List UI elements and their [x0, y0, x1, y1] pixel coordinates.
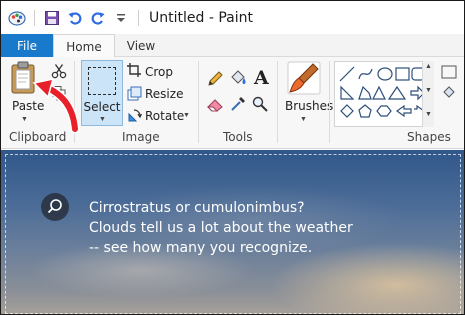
- fill-icon[interactable]: [441, 85, 457, 102]
- rotate-icon[interactable]: [127, 108, 143, 126]
- shapes-scrollbar[interactable]: ▲ ▼ ▼: [422, 61, 434, 127]
- shapes-more-icon[interactable]: ▼: [425, 111, 432, 118]
- crop-icon[interactable]: [127, 63, 142, 81]
- text-tool-icon[interactable]: A: [252, 67, 270, 90]
- toolbar-separator: [138, 9, 139, 26]
- brushes-icon[interactable]: [287, 61, 321, 98]
- canvas-caption: Cirrostratus or cumulonimbus? Clouds tel…: [89, 198, 353, 258]
- shapes-group-label: Shapes: [407, 130, 451, 144]
- brushes-label[interactable]: Brushes: [285, 99, 333, 113]
- rotate-dropdown-icon[interactable]: ▼: [183, 112, 190, 119]
- customize-dropdown-icon[interactable]: [111, 8, 131, 28]
- color-picker-icon[interactable]: [230, 96, 246, 115]
- shapes-scroll-up-icon[interactable]: ▲: [425, 63, 432, 70]
- annotation-arrow: [32, 78, 80, 134]
- group-separator: [198, 61, 199, 143]
- shapes-gallery[interactable]: [334, 61, 434, 127]
- caption-line: -- see how many you recognize.: [89, 240, 313, 256]
- eraser-icon[interactable]: [206, 97, 224, 116]
- resize-label[interactable]: Resize: [145, 87, 183, 101]
- paint-window: Untitled - Paint File Home View Paste ▼: [0, 0, 465, 315]
- tools-group-label: Tools: [223, 130, 253, 144]
- group-separator: [277, 61, 278, 143]
- caption-line: Cirrostratus or cumulonimbus?: [89, 200, 305, 216]
- image-group-label: Image: [122, 130, 160, 144]
- resize-icon[interactable]: [127, 86, 142, 104]
- outline-icon[interactable]: [441, 65, 457, 82]
- group-separator: [329, 61, 330, 143]
- search-icon: [41, 193, 69, 221]
- window-title: Untitled - Paint: [149, 9, 253, 26]
- fill-bucket-icon[interactable]: [229, 69, 247, 90]
- svg-text:A: A: [253, 67, 269, 87]
- tab-view[interactable]: View: [115, 34, 167, 57]
- rotate-label[interactable]: Rotate: [145, 109, 184, 123]
- pencil-icon[interactable]: [207, 71, 223, 90]
- shapes-scroll-down-icon[interactable]: ▼: [425, 87, 432, 94]
- caption-line: Clouds tell us a lot about the weather: [89, 220, 353, 236]
- magnifier-icon[interactable]: [252, 96, 268, 115]
- brushes-dropdown-icon[interactable]: ▼: [300, 116, 307, 123]
- crop-label[interactable]: Crop: [145, 65, 173, 79]
